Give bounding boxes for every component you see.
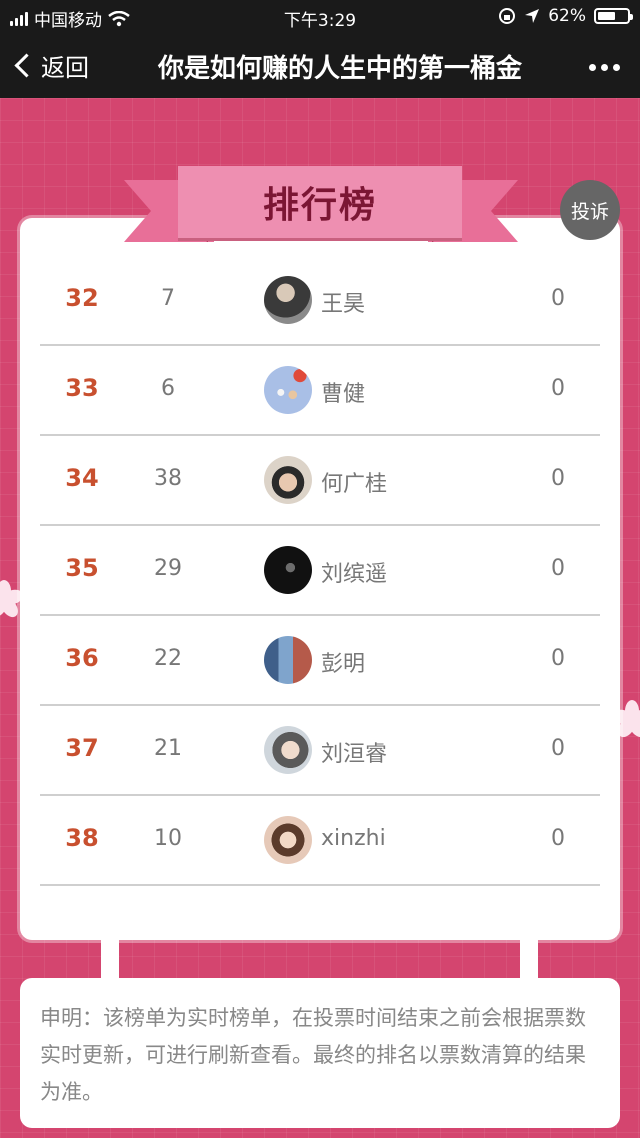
rank-number: 34 [65,464,99,492]
rank-number: 38 [65,824,99,852]
complain-button[interactable]: 投诉 [560,180,620,240]
player-name: 刘洹睿 [321,742,388,767]
player-name: 何广桂 [321,472,388,497]
leaderboard-row[interactable]: 35 29 刘缤遥 0 [40,526,600,616]
vote-count: 0 [551,286,565,311]
disclaimer-notice: 申明：该榜单为实时榜单，在投票时间结束之前会根据票数实时更新，可进行刷新查看。最… [20,978,620,1128]
entry-number: 29 [154,556,182,581]
player-name: xinzhi [321,826,386,851]
avatar [264,456,312,504]
card-connector [520,938,538,982]
player-name: 刘缤遥 [321,562,388,587]
vote-count: 0 [551,646,565,671]
status-bar: 中国移动 下午3:29 62% [0,0,640,34]
back-button[interactable]: 返回 [14,48,89,83]
more-dot-icon [601,64,608,71]
chevron-left-icon [14,53,39,78]
avatar [264,276,312,324]
rank-number: 35 [65,554,99,582]
location-icon [525,9,540,23]
avatar [264,816,312,864]
player-name: 彭明 [321,652,366,677]
leaderboard-row[interactable]: 38 10 xinzhi 0 [40,796,600,886]
back-label: 返回 [41,54,89,82]
rank-number: 32 [65,284,99,312]
entry-number: 21 [154,736,182,761]
leaderboard-row[interactable]: 34 38 何广桂 0 [40,436,600,526]
navigation-bar: 返回 你是如何赚的人生中的第一桶金 [0,34,640,98]
more-dot-icon [613,64,620,71]
battery-icon [594,8,633,24]
entry-number: 38 [154,466,182,491]
avatar [264,726,312,774]
battery-percent: 62% [548,6,586,26]
leaderboard-row[interactable]: 32 7 王昊 0 [40,256,600,346]
player-name: 曹健 [321,382,366,407]
entry-number: 6 [161,376,175,401]
vote-count: 0 [551,376,565,401]
vote-count: 0 [551,466,565,491]
rotation-lock-icon [499,8,516,24]
entry-number: 10 [154,826,182,851]
more-menu-button[interactable] [589,64,620,71]
avatar [264,636,312,684]
leaderboard-title: 排行榜 [178,166,462,238]
leaderboard-list: 32 7 王昊 0 33 6 曹健 0 34 38 何广桂 0 35 29 刘缤… [40,256,600,886]
vote-count: 0 [551,826,565,851]
leaderboard-row[interactable]: 36 22 彭明 0 [40,616,600,706]
avatar [264,546,312,594]
avatar [264,366,312,414]
rank-number: 37 [65,734,99,762]
vote-count: 0 [551,736,565,761]
page-title: 你是如何赚的人生中的第一桶金 [157,54,522,84]
vote-count: 0 [551,556,565,581]
entry-number: 7 [161,286,175,311]
more-dot-icon [589,64,596,71]
card-connector [101,938,119,982]
entry-number: 22 [154,646,182,671]
leaderboard-row[interactable]: 37 21 刘洹睿 0 [40,706,600,796]
leaderboard-row[interactable]: 33 6 曹健 0 [40,346,600,436]
player-name: 王昊 [321,292,366,317]
rank-number: 36 [65,644,99,672]
rank-number: 33 [65,374,99,402]
